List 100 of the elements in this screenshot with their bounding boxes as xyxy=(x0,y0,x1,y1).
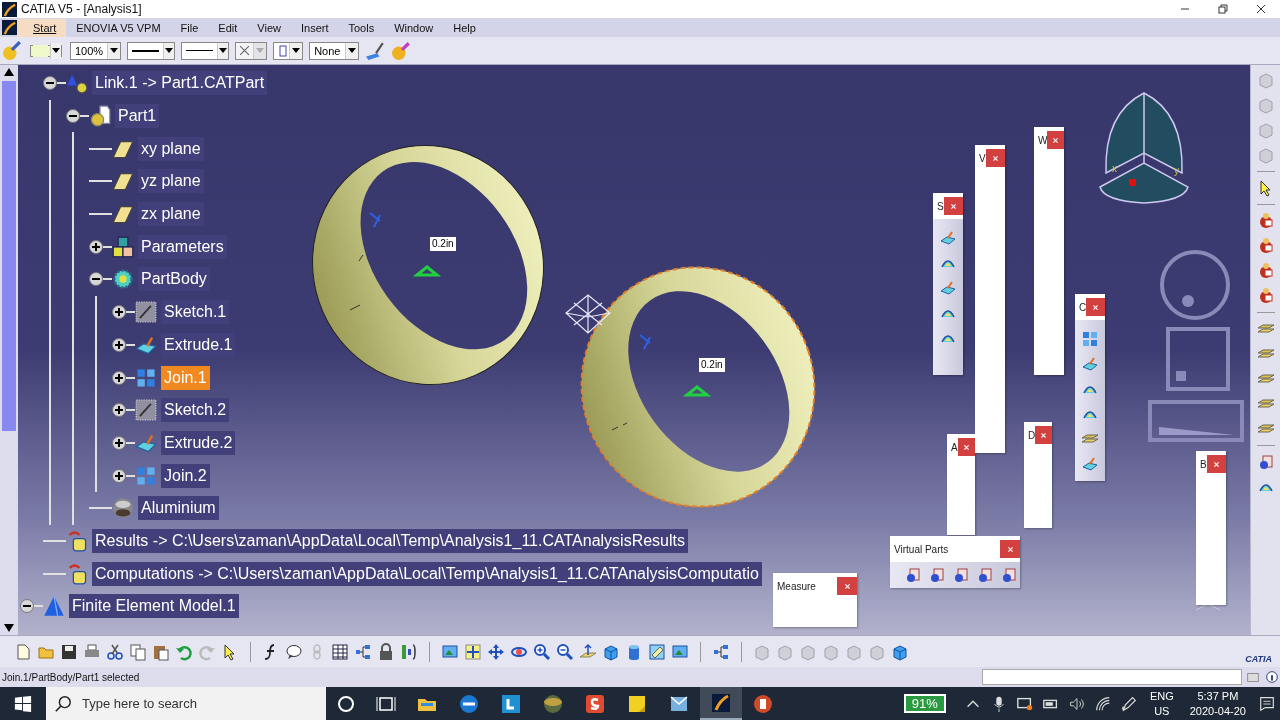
close-button[interactable] xyxy=(1086,298,1105,316)
tree-item[interactable]: Aluminium xyxy=(138,496,219,521)
menu-item[interactable]: Help xyxy=(443,18,486,37)
scissors-icon[interactable] xyxy=(106,642,124,661)
scroll-down-icon[interactable] xyxy=(4,624,14,632)
expand-toggle[interactable] xyxy=(89,239,103,254)
windows-icon[interactable] xyxy=(14,694,32,713)
dropdown[interactable]: 100% xyxy=(70,41,122,60)
tree-item[interactable]: Extrude.1 xyxy=(161,332,236,357)
paint-ball-icon[interactable] xyxy=(2,40,22,61)
tree-item[interactable]: yz plane xyxy=(138,169,204,194)
close-button[interactable] xyxy=(1047,131,1064,149)
menu-item[interactable]: View xyxy=(247,18,291,37)
region-label[interactable]: US xyxy=(1154,703,1170,719)
view-square-icon[interactable] xyxy=(1166,327,1230,391)
dropdown[interactable] xyxy=(181,41,230,60)
expand-toggle[interactable] xyxy=(112,468,126,483)
table-icon[interactable] xyxy=(331,642,349,661)
expand-toggle[interactable] xyxy=(112,370,126,385)
expand-toggle[interactable] xyxy=(112,305,126,320)
slider-frame-icon[interactable] xyxy=(1148,400,1244,442)
grid-icon[interactable] xyxy=(1081,330,1099,348)
collapse-toggle[interactable] xyxy=(89,272,103,287)
expand-toggle[interactable] xyxy=(112,337,126,352)
close-button[interactable] xyxy=(1000,540,1020,558)
menu-item[interactable]: ENOVIA V5 VPM xyxy=(66,18,171,37)
tree-item[interactable]: Parameters xyxy=(138,234,227,259)
menu-item[interactable]: Start xyxy=(17,18,67,37)
copy-icon[interactable] xyxy=(129,642,147,661)
toolbar-title: S xyxy=(936,200,944,212)
collapse-toggle[interactable] xyxy=(43,76,57,91)
close-button[interactable] xyxy=(1206,455,1226,473)
tree-item[interactable]: PartBody xyxy=(138,267,210,292)
zoom-dial-icon[interactable] xyxy=(1160,250,1230,320)
tree-diagram-icon[interactable] xyxy=(354,642,372,661)
dropdown[interactable]: None xyxy=(309,41,360,60)
tree-item[interactable]: Sketch.1 xyxy=(161,300,230,325)
tree-item[interactable]: xy plane xyxy=(138,136,204,161)
search-field[interactable]: Type here to search xyxy=(46,687,326,720)
tree-item[interactable]: Sketch.2 xyxy=(161,398,230,423)
collapse-toggle[interactable] xyxy=(20,599,34,614)
close-icon xyxy=(949,202,957,210)
menu-item[interactable]: Edit xyxy=(208,18,248,37)
bracket-icon[interactable] xyxy=(400,642,418,661)
lock-icon[interactable] xyxy=(377,642,395,661)
dropdown[interactable] xyxy=(127,41,176,60)
command-field[interactable] xyxy=(982,669,1242,685)
menu-item[interactable]: Tools xyxy=(338,18,385,37)
app-icon xyxy=(2,1,17,17)
pan-icon[interactable] xyxy=(487,642,505,661)
tree-item[interactable]: Extrude.2 xyxy=(161,430,236,455)
menu-item[interactable]: Window xyxy=(384,18,444,37)
dropdown[interactable] xyxy=(30,44,62,57)
tree-item[interactable]: Computations -> C:\Users\zaman\AppData\Local\Temp\Analysis1_11.CATAnalysisComputatio xyxy=(92,561,762,586)
fit-all-icon[interactable] xyxy=(464,642,482,661)
zoom-in-icon[interactable] xyxy=(533,642,551,661)
scrollbar[interactable] xyxy=(0,65,18,635)
close-button[interactable] xyxy=(943,197,963,215)
zoom-out-icon[interactable] xyxy=(556,642,574,661)
tree-item[interactable]: Part1 xyxy=(115,104,160,129)
language-label[interactable]: ENG xyxy=(1149,688,1174,704)
taskbar-app[interactable] xyxy=(700,687,742,720)
info-icon[interactable] xyxy=(1264,669,1280,685)
cone-gear-icon xyxy=(66,72,88,95)
scroll-up-icon[interactable] xyxy=(4,68,14,76)
shading-icon[interactable] xyxy=(648,642,666,661)
wifi-icon[interactable] xyxy=(1093,694,1112,713)
save-icon[interactable] xyxy=(60,642,78,661)
pen-icon[interactable] xyxy=(1119,694,1138,713)
clock-time[interactable]: 5:37 PM xyxy=(1197,688,1239,704)
dropdown[interactable] xyxy=(273,41,304,60)
extrude-icon[interactable] xyxy=(1081,455,1099,473)
close-button[interactable] xyxy=(1035,426,1052,444)
restore-icon[interactable] xyxy=(1218,4,1228,14)
toolbar-title: D xyxy=(1027,429,1036,441)
menu-item[interactable]: Insert xyxy=(290,18,339,37)
extrude-icon[interactable] xyxy=(939,229,957,247)
notification-icon[interactable] xyxy=(1258,694,1276,713)
expand-toggle[interactable] xyxy=(112,403,126,418)
app-icon[interactable] xyxy=(2,20,17,35)
collapse-toggle[interactable] xyxy=(66,109,80,124)
speech-bubble-icon[interactable] xyxy=(285,642,303,661)
ball-icon[interactable] xyxy=(391,40,412,61)
brush-icon[interactable] xyxy=(365,40,386,61)
close-button[interactable] xyxy=(985,149,1005,167)
spec-tree-icon[interactable] xyxy=(712,642,730,661)
close-icon[interactable] xyxy=(1256,4,1266,14)
picture-frame-icon[interactable] xyxy=(441,642,459,661)
menu-item[interactable]: File xyxy=(170,18,209,37)
tree-item[interactable]: Finite Element Model.1 xyxy=(69,594,239,619)
expand-toggle[interactable] xyxy=(112,435,126,450)
clock-date[interactable]: 2020-04-20 xyxy=(1189,703,1246,719)
tree-item[interactable]: Join.2 xyxy=(161,463,210,488)
tree-item[interactable]: Link.1 -> Part1.CATPart xyxy=(92,71,268,96)
close-button[interactable] xyxy=(837,577,857,595)
close-button[interactable] xyxy=(957,438,975,456)
tree-item[interactable]: Results -> C:\Users\zaman\AppData\Local\Temp\Analysis1_11.CATAnalysisResults xyxy=(92,528,688,553)
normal-view-icon[interactable] xyxy=(579,642,597,661)
new-file-icon[interactable] xyxy=(14,642,32,661)
tree-item[interactable]: zx plane xyxy=(138,202,204,227)
